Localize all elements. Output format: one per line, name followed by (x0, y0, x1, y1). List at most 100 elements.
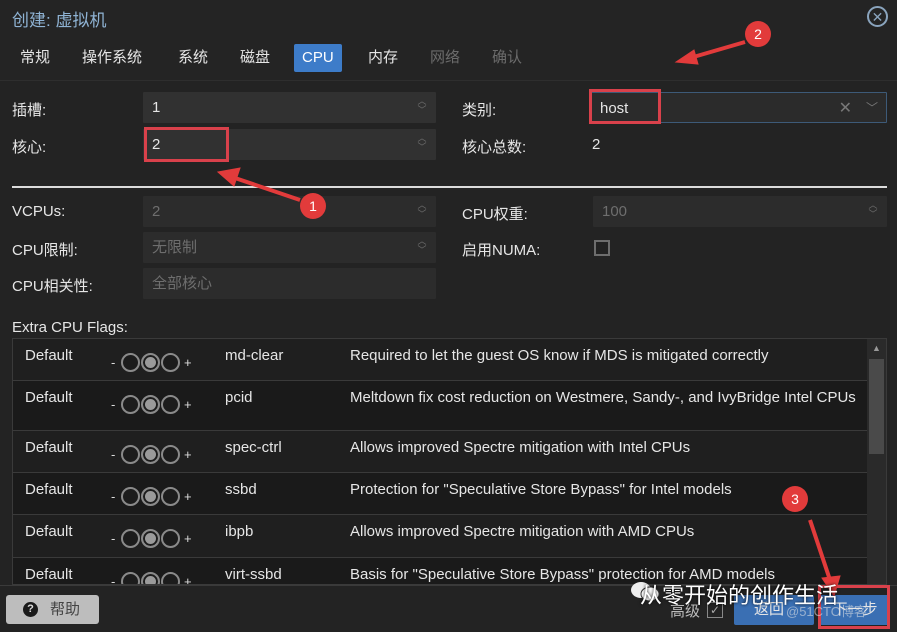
annotation-badge-2: 2 (745, 21, 771, 47)
tab-disk[interactable]: 磁盘 (232, 44, 278, 72)
plus-label: + (184, 489, 192, 504)
flag-on-radio[interactable] (161, 353, 180, 372)
chevron-down-icon[interactable]: ﹀ (866, 93, 878, 124)
plus-label: + (184, 531, 192, 546)
plus-label: + (184, 355, 192, 370)
flag-description: Allows improved Spectre mitigation with … (350, 523, 695, 540)
flag-tristate-toggle[interactable]: - + (111, 443, 192, 465)
flag-state: Default (25, 481, 73, 498)
help-button[interactable]: ? 帮助 (6, 595, 99, 624)
flag-description: Meltdown fix cost reduction on Westmere,… (350, 389, 856, 406)
numa-checkbox[interactable] (594, 240, 610, 256)
minus-label: - (111, 397, 116, 412)
tab-cpu[interactable]: CPU (294, 44, 342, 72)
flag-default-radio[interactable] (141, 572, 160, 584)
cpu-limit-placeholder: 无限制 (152, 239, 198, 256)
cpu-limit-label: CPU限制: (12, 242, 78, 259)
spinner-icon[interactable]: ︿ ﹀ (416, 201, 428, 221)
flag-off-radio[interactable] (121, 572, 140, 584)
flag-default-radio[interactable] (141, 445, 160, 464)
flag-state: Default (25, 439, 73, 456)
flag-row: Default - + ssbd Protection for "Speculative… (13, 473, 868, 515)
cpu-weight-input[interactable]: 100 ︿ ﹀ (593, 196, 887, 227)
flag-on-radio[interactable] (161, 395, 180, 414)
plus-label: + (184, 574, 192, 585)
cpu-weight-label: CPU权重: (462, 206, 528, 223)
cores-label: 核心: (12, 139, 47, 156)
spinner-icon[interactable]: ︿ ﹀ (416, 134, 428, 154)
type-label: 类别: (462, 102, 497, 119)
flag-on-radio[interactable] (161, 572, 180, 584)
flag-row: Default - + pcid Meltdown fix cost reduction… (13, 381, 868, 431)
sockets-label: 插槽: (12, 102, 47, 119)
tab-os[interactable]: 操作系统 (74, 44, 150, 72)
tab-memory[interactable]: 内存 (360, 44, 406, 72)
flag-name: virt-ssbd (225, 566, 282, 583)
flag-on-radio[interactable] (161, 529, 180, 548)
scroll-up-icon[interactable]: ▲ (867, 339, 886, 357)
flag-default-radio[interactable] (141, 529, 160, 548)
cpu-weight-placeholder: 100 (602, 203, 628, 220)
flag-tristate-toggle[interactable]: - + (111, 485, 192, 507)
annotation-badge-3: 3 (782, 486, 808, 512)
minus-label: - (111, 574, 116, 585)
spinner-icon[interactable]: ︿ ﹀ (416, 97, 428, 117)
total-cores-value: 2 (592, 136, 601, 153)
flag-tristate-toggle[interactable]: - + (111, 351, 192, 373)
total-cores-label: 核心总数: (462, 139, 527, 156)
flag-row: Default - + spec-ctrl Allows improved Spectr… (13, 431, 868, 473)
tab-network: 网络 (430, 49, 461, 66)
spinner-icon[interactable]: ︿ ﹀ (867, 201, 879, 221)
vcpus-input[interactable]: 2 ︿ ﹀ (143, 196, 436, 227)
flag-tristate-toggle[interactable]: - + (111, 570, 192, 585)
clear-icon[interactable]: ✕ (839, 93, 852, 124)
flag-name: md-clear (225, 347, 284, 364)
flag-default-radio[interactable] (141, 395, 160, 414)
flag-tristate-toggle[interactable]: - + (111, 527, 192, 549)
question-circle-icon: ? (23, 602, 38, 617)
minus-label: - (111, 531, 116, 546)
cpu-affinity-input[interactable]: 全部核心 (143, 268, 436, 299)
flag-off-radio[interactable] (121, 445, 140, 464)
cpu-limit-input[interactable]: 无限制 ︿ ﹀ (143, 232, 436, 263)
flag-name: ibpb (225, 523, 254, 540)
sockets-value: 1 (152, 99, 161, 116)
watermark-source: @51CTO博客 (786, 604, 867, 619)
plus-label: + (184, 447, 192, 462)
plus-label: + (184, 397, 192, 412)
vcpus-value: 2 (152, 203, 161, 220)
cpu-flags-grid: Default - + md-clear Required to let the gue… (12, 338, 887, 585)
flag-default-radio[interactable] (141, 487, 160, 506)
minus-label: - (111, 489, 116, 504)
flag-off-radio[interactable] (121, 529, 140, 548)
flag-state: Default (25, 523, 73, 540)
annotation-highlight-type (589, 89, 661, 124)
flag-off-radio[interactable] (121, 395, 140, 414)
minus-label: - (111, 355, 116, 370)
cpu-affinity-placeholder: 全部核心 (152, 275, 213, 292)
flag-name: ssbd (225, 481, 257, 498)
flag-on-radio[interactable] (161, 445, 180, 464)
tab-general[interactable]: 常规 (12, 44, 58, 72)
vcpus-label: VCPUs: (12, 203, 66, 220)
help-label: 帮助 (50, 601, 81, 618)
advanced-divider (12, 186, 887, 188)
minus-label: - (111, 447, 116, 462)
spinner-icon[interactable]: ︿ ﹀ (416, 237, 428, 257)
flag-tristate-toggle[interactable]: - + (111, 393, 192, 415)
sockets-input[interactable]: 1 ︿ ﹀ (143, 92, 436, 123)
close-icon[interactable]: ✕ (867, 6, 888, 27)
flag-row: Default - + ibpb Allows improved Spectre mit… (13, 515, 868, 558)
scrollbar-thumb[interactable] (869, 359, 884, 454)
flag-default-radio[interactable] (141, 353, 160, 372)
numa-label: 启用NUMA: (462, 242, 541, 259)
flag-name: spec-ctrl (225, 439, 282, 456)
tab-system[interactable]: 系统 (170, 44, 216, 72)
flag-description: Required to let the guest OS know if MDS… (350, 347, 769, 364)
flag-off-radio[interactable] (121, 487, 140, 506)
flag-off-radio[interactable] (121, 353, 140, 372)
cpu-affinity-label: CPU相关性: (12, 278, 93, 295)
annotation-highlight-cores (144, 127, 229, 162)
scrollbar[interactable]: ▲ (867, 339, 886, 584)
flag-on-radio[interactable] (161, 487, 180, 506)
